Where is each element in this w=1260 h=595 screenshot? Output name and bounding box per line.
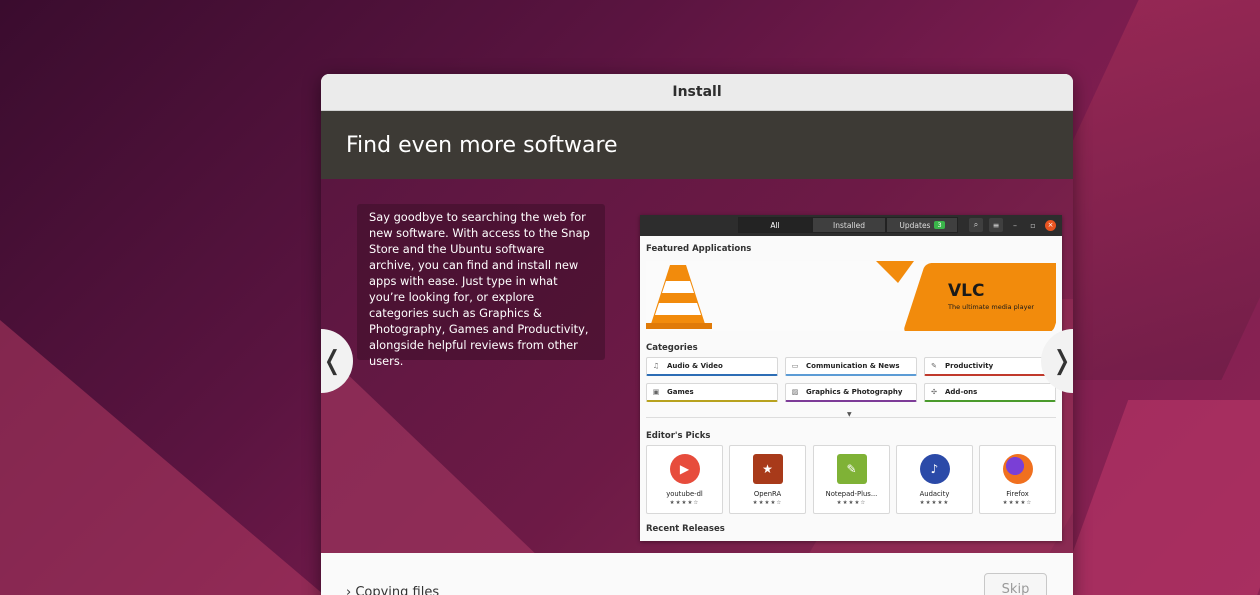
installer-window: Install Find even more software Say good… <box>321 74 1073 595</box>
slide-description: Say goodbye to searching the web for new… <box>357 204 605 368</box>
store-tabs: All Installed Updates 3 <box>738 217 958 233</box>
wallpaper-shape <box>0 320 330 595</box>
installer-footer: › Copying files Skip <box>321 553 1073 595</box>
pick-rating: ★★★★☆ <box>669 500 700 506</box>
pick-name: youtube-dl <box>666 490 703 498</box>
skip-button[interactable]: Skip <box>984 573 1047 595</box>
firefox-icon <box>1002 454 1033 484</box>
youtube-dl-icon: ▶ <box>669 454 700 484</box>
chevron-left-icon: ❬ <box>321 346 343 376</box>
slide-heading: Find even more software <box>321 111 1073 179</box>
search-icon: ⌕ <box>969 218 983 232</box>
pick-name: Audacity <box>919 490 950 498</box>
store-header-icons: ⌕ ≡ – ▫ × <box>969 218 1056 232</box>
pick-rating: ★★★★☆ <box>1002 500 1033 506</box>
category-label: Audio & Video <box>667 362 723 370</box>
store-tab-updates: Updates 3 <box>886 217 958 233</box>
pick-name: OpenRA <box>753 490 782 498</box>
maximize-icon: ▫ <box>1030 220 1036 230</box>
pick-openra: ★ OpenRA ★★★★☆ <box>729 445 806 514</box>
pick-rating: ★★★★☆ <box>836 500 867 506</box>
featured-banner: VLC The ultimate media player <box>646 261 1056 331</box>
featured-app-tagline: The ultimate media player <box>948 303 1035 311</box>
updates-count-badge: 3 <box>934 221 945 229</box>
featured-app-name: VLC <box>948 281 985 301</box>
image-icon: ▨ <box>791 388 799 396</box>
chat-icon: ▭ <box>791 362 799 370</box>
slideshow: Say goodbye to searching the web for new… <box>321 179 1073 553</box>
pick-rating: ★★★★☆ <box>752 500 783 506</box>
pick-notepad-plus: ✎ Notepad-Plus... ★★★★☆ <box>813 445 890 514</box>
pick-name: Firefox <box>1006 490 1029 498</box>
category-label: Communication & News <box>806 362 900 370</box>
openra-icon: ★ <box>752 454 783 484</box>
slide-background-shape <box>321 349 541 553</box>
pick-firefox: Firefox ★★★★☆ <box>979 445 1056 514</box>
pick-name: Notepad-Plus... <box>825 490 878 498</box>
game-icon: ▣ <box>652 388 660 396</box>
vlc-cone-icon <box>876 261 914 283</box>
chevron-right-icon: ❭ <box>1051 346 1073 376</box>
store-tab-installed: Installed <box>812 217 886 233</box>
categories-title: Categories <box>646 343 698 353</box>
category-graphics-photography: ▨ Graphics & Photography <box>785 383 917 402</box>
store-tab-updates-label: Updates <box>899 220 931 230</box>
category-label: Graphics & Photography <box>806 388 903 396</box>
window-title: Install <box>321 74 1073 111</box>
category-games: ▣ Games <box>646 383 778 402</box>
close-icon: × <box>1045 219 1056 231</box>
audacity-icon: ♪ <box>919 454 950 484</box>
music-note-icon: ♫ <box>652 362 660 370</box>
pick-rating: ★★★★★ <box>919 500 950 506</box>
category-communication-news: ▭ Communication & News <box>785 357 917 376</box>
featured-title: Featured Applications <box>646 244 752 254</box>
editors-picks-title: Editor's Picks <box>646 431 711 441</box>
notepad-plus-icon: ✎ <box>836 454 867 484</box>
pick-audacity: ♪ Audacity ★★★★★ <box>896 445 973 514</box>
wallpaper-shape <box>1051 400 1260 595</box>
store-tab-all: All <box>738 217 812 233</box>
category-label: Productivity <box>945 362 994 370</box>
edit-icon: ✎ <box>931 362 937 370</box>
software-store-screenshot: All Installed Updates 3 ⌕ ≡ – ▫ × Featur… <box>640 215 1062 541</box>
pick-youtube-dl: ▶ youtube-dl ★★★★☆ <box>646 445 723 514</box>
progress-status-expander[interactable]: › Copying files <box>346 585 439 595</box>
category-productivity: ✎ Productivity <box>924 357 1056 376</box>
minimize-icon: – <box>1013 220 1017 230</box>
category-add-ons: ✣ Add-ons <box>924 383 1056 402</box>
category-label: Add-ons <box>945 388 978 396</box>
menu-icon: ≡ <box>989 218 1003 232</box>
category-audio-video: ♫ Audio & Video <box>646 357 778 376</box>
vlc-cone-icon <box>646 265 712 329</box>
store-headerbar: All Installed Updates 3 ⌕ ≡ – ▫ × <box>640 215 1062 236</box>
recent-releases-title: Recent Releases <box>646 524 725 534</box>
category-label: Games <box>667 388 694 396</box>
chevron-down-icon: ▼ <box>847 411 852 418</box>
puzzle-icon: ✣ <box>931 388 937 396</box>
